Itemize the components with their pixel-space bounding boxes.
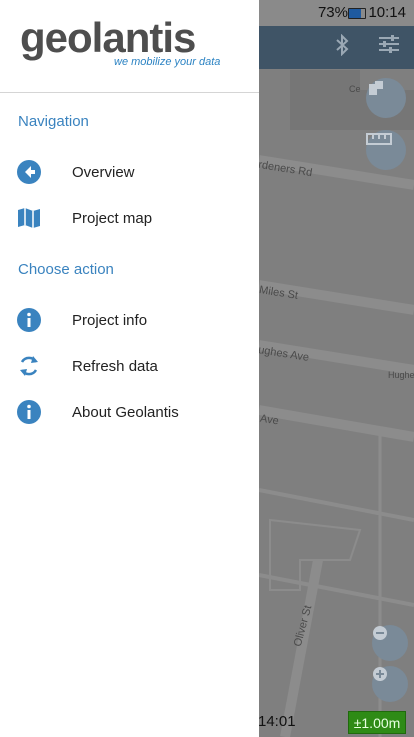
info-icon	[16, 399, 42, 425]
navigation-drawer: geolantis we mobilize your data Navigati…	[0, 0, 259, 737]
menu-item-label: Project map	[72, 209, 153, 227]
refresh-icon	[16, 353, 42, 379]
logo-tagline: we mobilize your data	[114, 56, 221, 68]
app-logo: geolantis	[20, 14, 196, 61]
measure-button[interactable]	[366, 130, 406, 170]
menu-item-label: About Geolantis	[72, 403, 179, 421]
menu-item-overview[interactable]: Overview	[0, 150, 259, 194]
battery-percent: 73%	[317, 4, 348, 21]
status-time: 10:14	[368, 4, 406, 21]
battery-icon	[348, 8, 366, 19]
menu-item-project-map[interactable]: Project map	[0, 196, 259, 240]
logo-header: geolantis we mobilize your data	[0, 0, 259, 93]
menu-item-label: Project info	[72, 311, 148, 329]
map-icon	[16, 205, 42, 231]
menu-item-about-geolantis[interactable]: About Geolantis	[0, 390, 259, 434]
menu-item-refresh-data[interactable]: Refresh data	[0, 344, 259, 388]
info-icon	[16, 307, 42, 333]
arrow-left-circle-icon	[16, 159, 42, 185]
bluetooth-icon[interactable]	[334, 34, 362, 62]
zoom-out-button[interactable]	[372, 625, 408, 661]
map-time: 14:01	[258, 713, 296, 730]
menu-item-project-info[interactable]: Project info	[0, 298, 259, 342]
street-label: Ce	[349, 84, 361, 94]
settings-sliders-icon[interactable]	[377, 34, 405, 62]
section-header-navigation: Navigation	[18, 113, 89, 130]
section-header-choose-action: Choose action	[18, 261, 114, 278]
menu-item-label: Overview	[72, 163, 135, 181]
map-toolbar	[259, 26, 414, 69]
zoom-in-button[interactable]	[372, 666, 408, 702]
layers-button[interactable]	[366, 78, 406, 118]
street-label: Hughe	[388, 370, 414, 380]
gps-accuracy-badge: ±1.00m	[348, 711, 406, 734]
menu-item-label: Refresh data	[72, 357, 158, 375]
